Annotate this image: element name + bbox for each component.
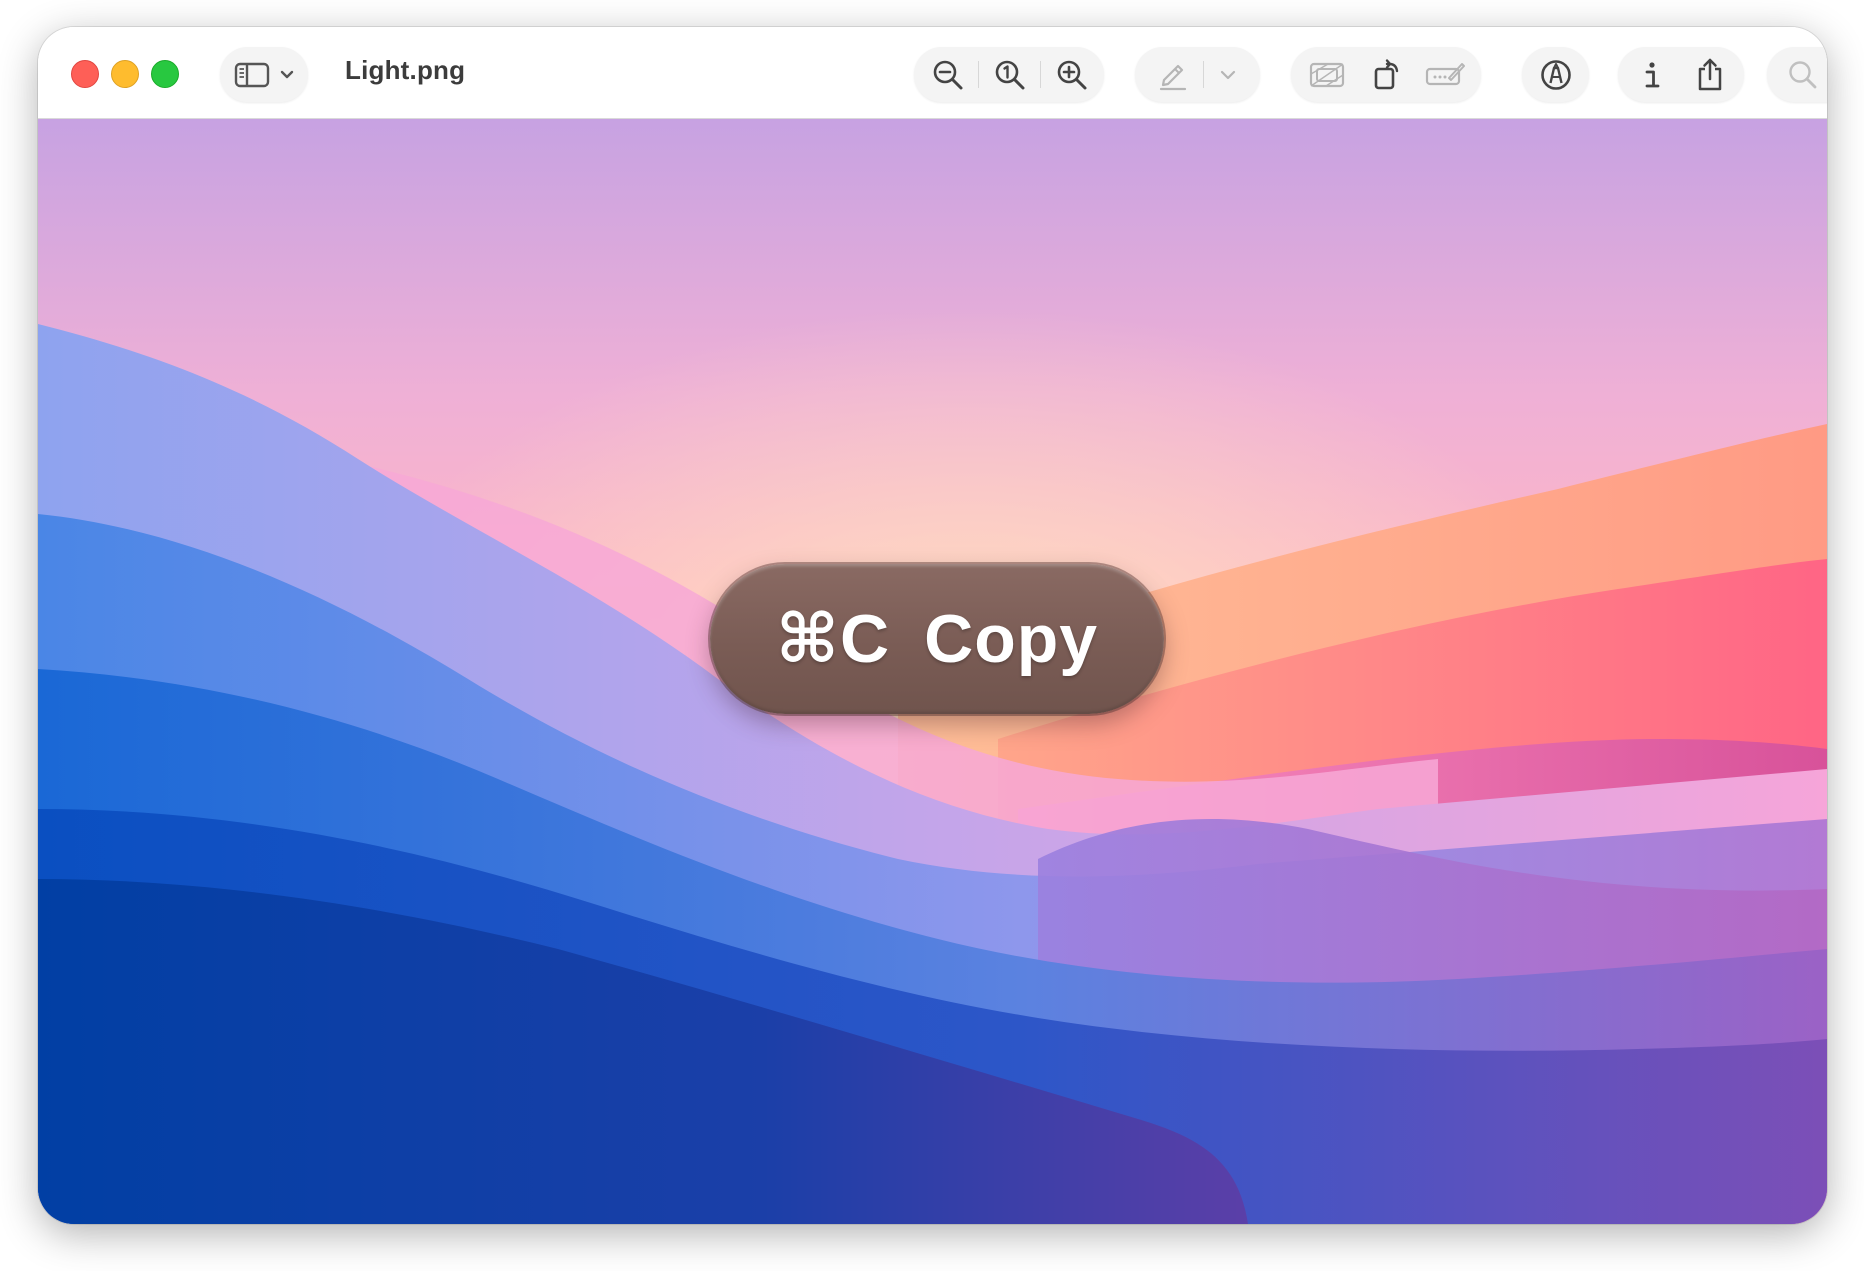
highlight-pen-icon: [1159, 64, 1186, 90]
highlight-group: [1135, 47, 1260, 102]
search-button[interactable]: [1775, 47, 1827, 102]
edit-group: [1291, 47, 1481, 102]
minimize-button[interactable]: [111, 60, 139, 88]
desktop-background: Light.png ⌘C Copy: [0, 0, 1864, 1271]
zoom-in-button[interactable]: [1044, 47, 1099, 102]
markup-icon: [1540, 59, 1571, 90]
crop-button[interactable]: [1299, 47, 1354, 102]
share-icon: [1698, 58, 1721, 90]
titlebar: Light.png: [38, 27, 1827, 119]
highlight-options-button[interactable]: [1203, 47, 1253, 102]
markup-group: [1522, 47, 1589, 102]
sidebar-icon: [234, 62, 270, 87]
close-button[interactable]: [71, 60, 99, 88]
zoom-button[interactable]: [151, 60, 179, 88]
chevron-down-icon: [1220, 70, 1236, 79]
markup-button[interactable]: [1528, 47, 1583, 102]
info-button[interactable]: [1624, 47, 1679, 102]
info-icon: [1645, 61, 1659, 87]
copy-shortcut-hud: ⌘C Copy: [710, 564, 1164, 714]
rotate-button[interactable]: [1359, 47, 1414, 102]
search-group: [1767, 47, 1827, 102]
toolbar-separator: [1040, 61, 1041, 88]
preview-window: Light.png ⌘C Copy: [38, 27, 1827, 1224]
document-title: Light.png: [345, 55, 466, 85]
sidebar-toggle-group: [220, 47, 308, 102]
toolbar-separator: [978, 61, 979, 88]
rotate-icon: [1374, 58, 1398, 89]
shortcut-action-label: Copy: [924, 601, 1099, 677]
chevron-down-icon: [280, 70, 294, 78]
image-canvas: ⌘C Copy: [38, 119, 1827, 1224]
shortcut-keys: ⌘C: [775, 600, 891, 677]
actual-size-button[interactable]: [982, 47, 1037, 102]
highlight-button[interactable]: [1145, 47, 1200, 102]
info-share-group: [1618, 47, 1744, 102]
sidebar-options-button[interactable]: [272, 47, 302, 102]
sidebar-toggle-button[interactable]: [230, 47, 274, 102]
zoom-in-icon: [1057, 60, 1086, 89]
search-icon: [1788, 60, 1816, 88]
zoom-out-button[interactable]: [920, 47, 975, 102]
zoom-out-icon: [933, 60, 962, 89]
share-button[interactable]: [1682, 47, 1737, 102]
crop-icon: [1309, 62, 1344, 87]
markup-signature-button[interactable]: [1417, 47, 1472, 102]
markup-signature-icon: [1425, 62, 1465, 85]
zoom-group: [914, 47, 1104, 102]
actual-size-icon: [995, 60, 1024, 89]
